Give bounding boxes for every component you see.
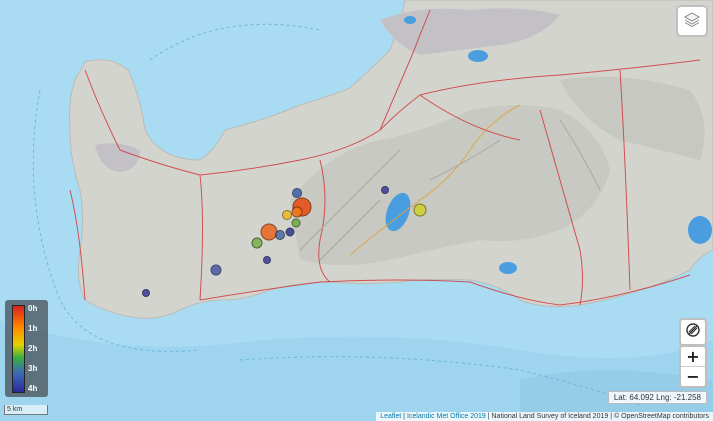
time-legend: 0h 1h 2h 3h 4h [5,300,48,397]
zoom-out-button[interactable]: − [681,366,705,386]
map-view[interactable]: + − Lat: 64.092 Lng: -21.258 0h 1h 2h 3h… [0,0,713,421]
legend-color-bar [12,305,25,393]
leaflet-link[interactable]: Leaflet [380,413,401,420]
legend-tick: 1h [28,324,38,333]
legend-tick: 0h [28,304,38,313]
zoom-in-button[interactable]: + [681,347,705,366]
legend-tick: 3h [28,364,38,373]
coordinates-readout: Lat: 64.092 Lng: -21.258 [607,391,707,404]
layers-control[interactable] [676,5,708,37]
layers-icon [683,10,701,33]
location-share-button[interactable] [679,318,707,346]
location-share-icon [685,322,701,343]
imo-link[interactable]: Icelandic Met Office 2019 [407,413,486,420]
attribution-text: | National Land Survey of Iceland 2019 |… [485,413,709,420]
legend-tick: 2h [28,344,38,353]
map-basemap[interactable] [0,0,713,421]
zoom-control: + − [679,345,707,388]
legend-tick: 4h [28,384,38,393]
attribution: Leaflet | Icelandic Met Office 2019 | Na… [376,412,713,421]
scale-bar: 5 km [4,405,48,415]
